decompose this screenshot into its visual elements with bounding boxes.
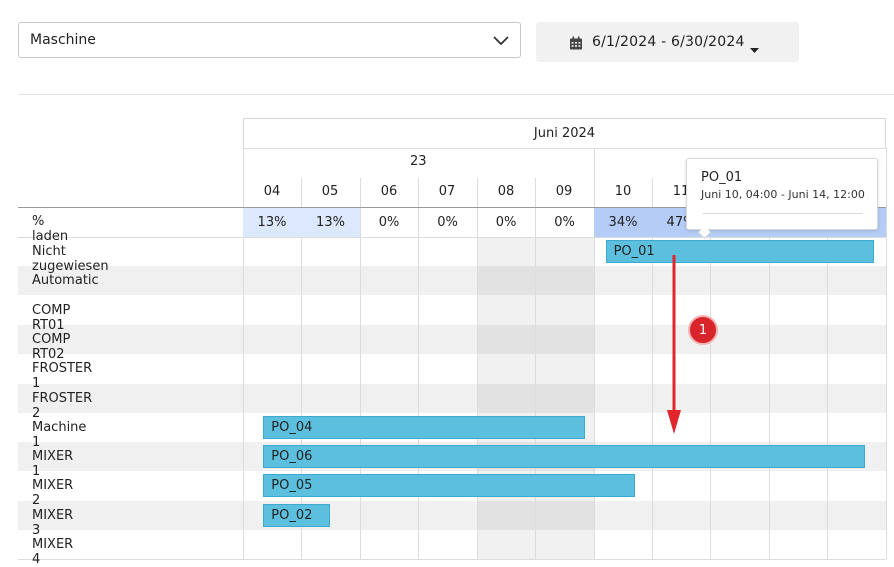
row-label: MIXER 2 <box>32 478 74 509</box>
tooltip-title: PO_01 <box>701 170 743 185</box>
day-label: 04 <box>263 184 281 199</box>
row-label: COMP RT02 <box>32 331 71 362</box>
day-label: 06 <box>380 184 398 199</box>
load-cell: 0% <box>495 215 517 230</box>
toolbar: Maschine 6/1/2024 - 6/30/2024 <box>0 0 894 95</box>
load-cell: 34% <box>594 208 652 237</box>
load-row-label: % laden <box>32 214 69 244</box>
machine-select[interactable]: Maschine <box>18 22 521 58</box>
row-label: MIXER 1 <box>32 449 74 480</box>
row-label: COMP RT01 <box>32 302 71 333</box>
day-label: 10 <box>614 184 632 199</box>
load-cell: 13% <box>243 208 301 237</box>
date-range-button[interactable]: 6/1/2024 - 6/30/2024 <box>536 22 799 62</box>
row-stripe <box>18 266 886 296</box>
grid-column-line <box>886 148 887 560</box>
annotation-badge: 1 <box>688 315 718 345</box>
task-bar[interactable]: PO_06 <box>263 445 866 469</box>
day-label: 05 <box>321 184 339 199</box>
load-cell: 0% <box>554 215 575 230</box>
grid-bottom-line <box>18 559 886 561</box>
task-bar[interactable]: PO_05 <box>263 474 635 498</box>
caret-down-icon <box>750 39 759 58</box>
row-label: FROSTER 1 <box>32 361 93 392</box>
row-stripe <box>18 324 886 354</box>
header-line <box>243 148 886 149</box>
calendar-icon <box>569 35 583 54</box>
row-label: MIXER 4 <box>32 537 74 567</box>
load-row-line <box>18 237 886 238</box>
chevron-down-icon[interactable] <box>492 31 510 53</box>
task-bar[interactable]: PO_01 <box>605 240 875 263</box>
bar-tooltip: PO_01 Juni 10, 04:00 - Juni 14, 12:00 <box>686 158 878 239</box>
row-label: Automatic <box>32 273 99 289</box>
tooltip-subtitle: Juni 10, 04:00 - Juni 14, 12:00 <box>701 188 865 201</box>
date-range-label: 6/1/2024 - 6/30/2024 <box>592 34 745 50</box>
row-label: Machine 1 <box>32 419 87 450</box>
tooltip-divider <box>703 213 863 214</box>
row-label: MIXER 3 <box>32 507 74 538</box>
row-stripe <box>18 383 886 413</box>
machine-select-value: Maschine <box>30 32 96 48</box>
row-label: Nicht zugewiesen <box>32 244 109 274</box>
task-bar[interactable]: PO_02 <box>263 503 331 527</box>
load-cell: 13% <box>301 208 360 237</box>
row-stripe <box>18 500 886 530</box>
divider <box>18 94 894 95</box>
week-label: 23 <box>410 154 427 169</box>
row-label: FROSTER 2 <box>32 390 93 421</box>
task-bar[interactable]: PO_04 <box>263 415 586 439</box>
load-cell: 0% <box>437 215 458 230</box>
month-header: Juni 2024 <box>243 118 886 148</box>
day-label: 08 <box>497 184 515 199</box>
day-label: 07 <box>438 184 456 199</box>
day-label: 09 <box>555 184 573 199</box>
load-cell: 0% <box>378 215 400 230</box>
